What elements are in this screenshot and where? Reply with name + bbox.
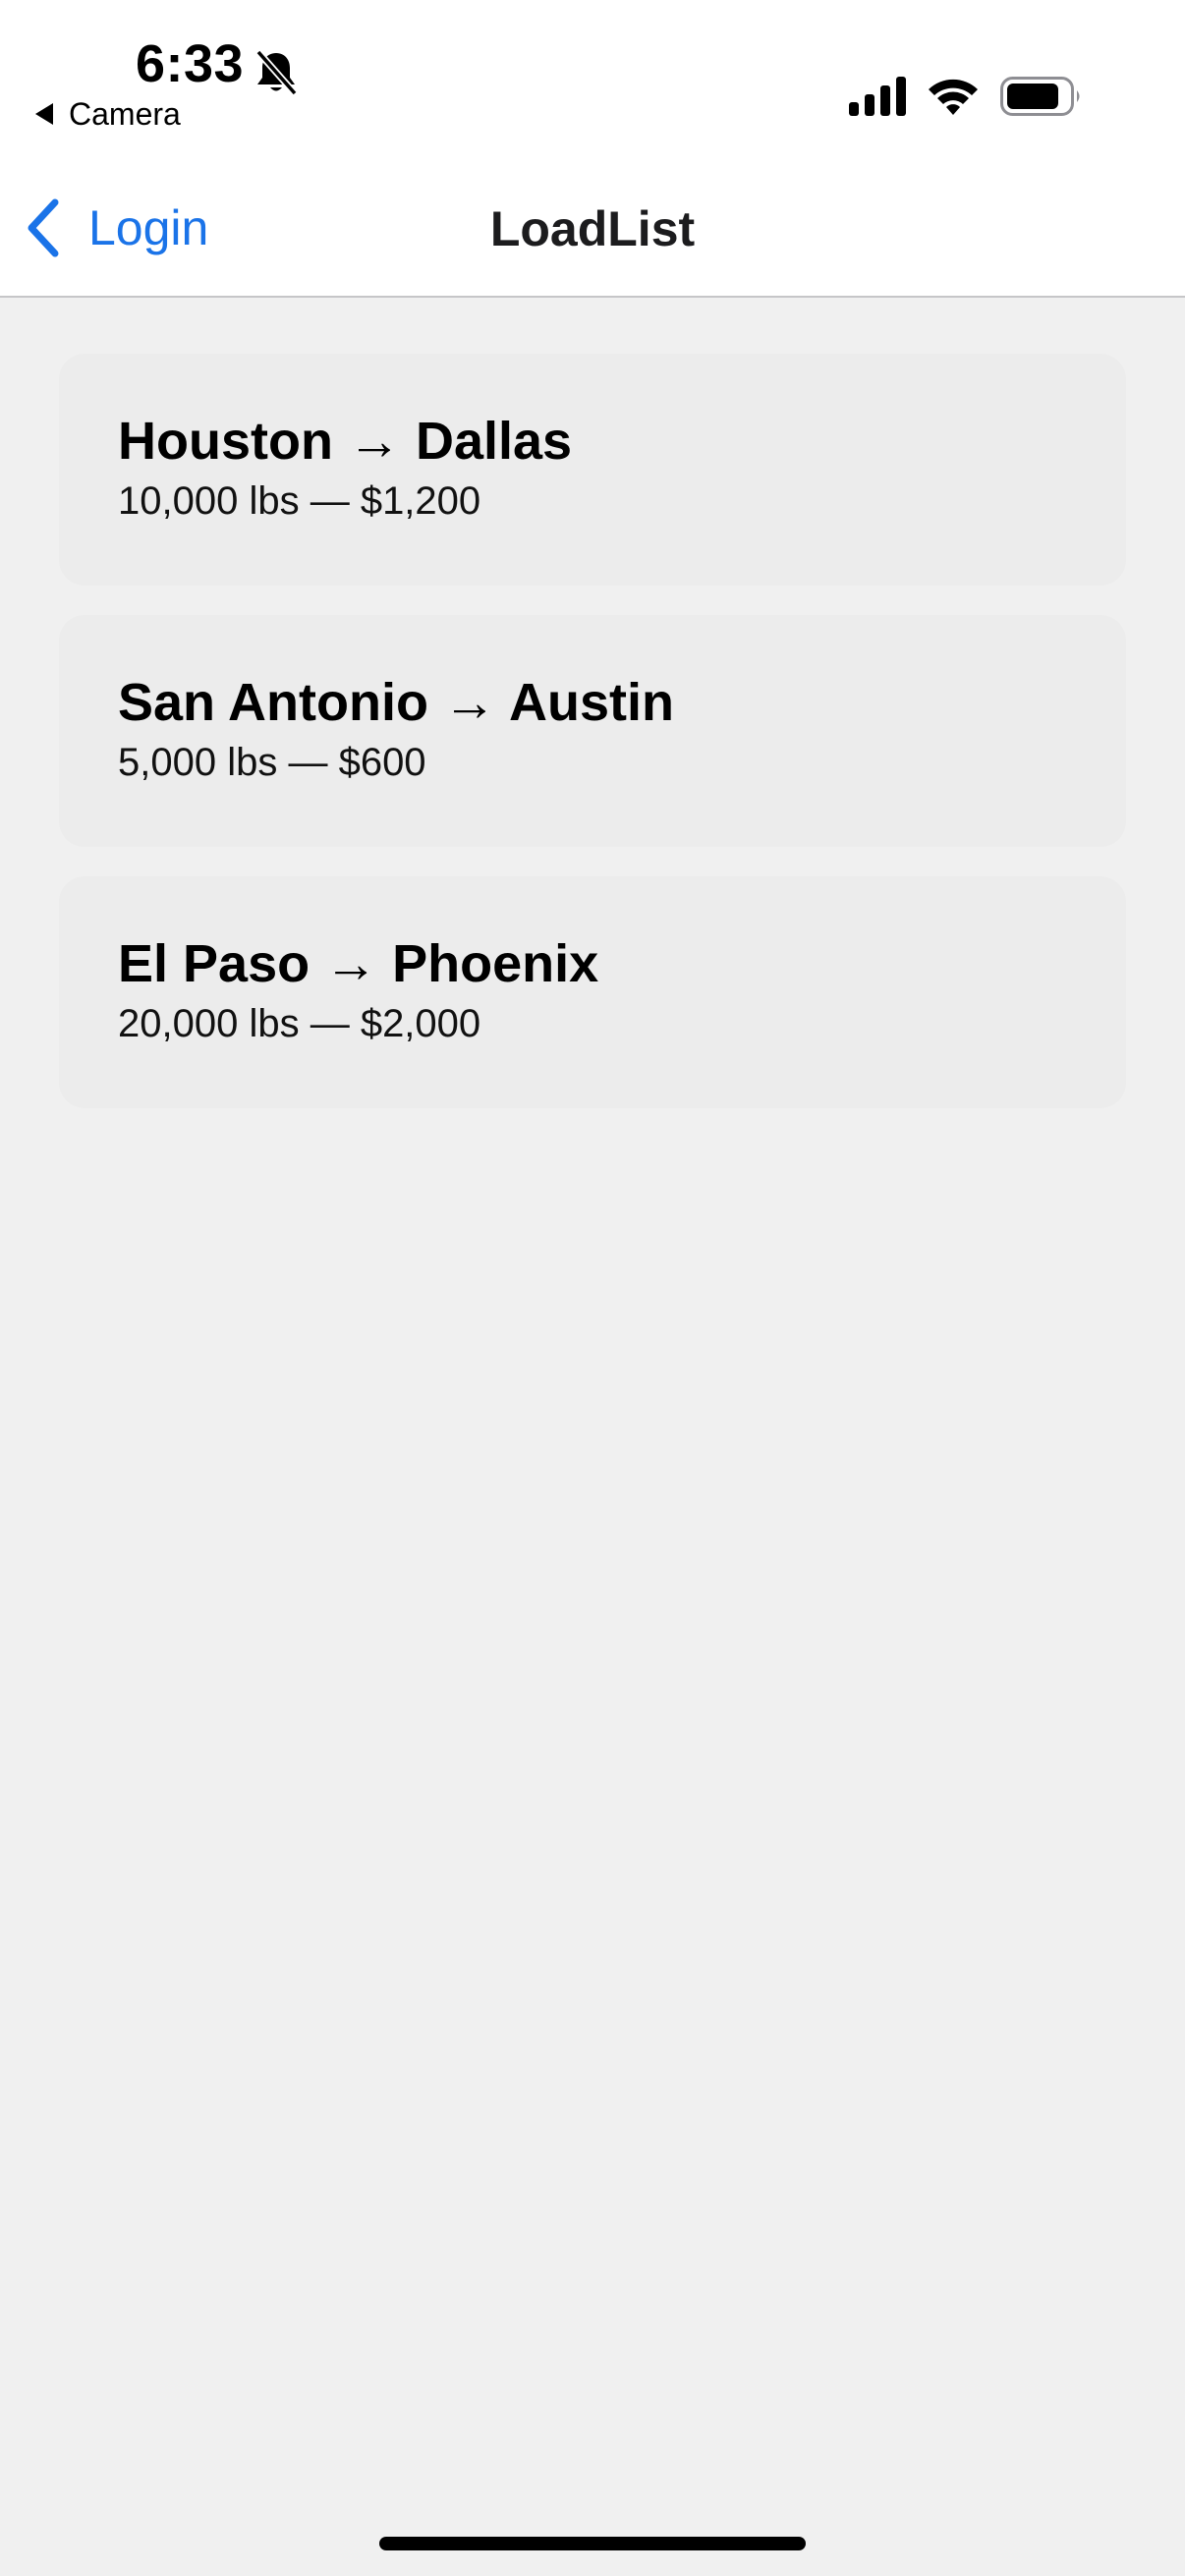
- load-list: Houston → Dallas 10,000 lbs — $1,200 San…: [59, 354, 1126, 1138]
- load-card[interactable]: San Antonio → Austin 5,000 lbs — $600: [59, 615, 1126, 847]
- load-details: 5,000 lbs — $600: [118, 741, 426, 784]
- load-route: Houston → Dallas: [118, 412, 573, 471]
- back-to-app-button[interactable]: Camera: [35, 98, 181, 130]
- page-title: LoadList: [489, 201, 696, 256]
- load-route: San Antonio → Austin: [118, 673, 674, 732]
- load-route: El Paso → Phoenix: [118, 934, 599, 993]
- status-bar: 6:33 Camera: [0, 0, 1185, 138]
- back-triangle-icon: [35, 103, 53, 125]
- load-details: 20,000 lbs — $2,000: [118, 1002, 481, 1045]
- back-to-app-label: Camera: [69, 96, 181, 132]
- home-indicator[interactable]: [379, 2537, 806, 2550]
- load-card[interactable]: El Paso → Phoenix 20,000 lbs — $2,000: [59, 876, 1126, 1108]
- load-card[interactable]: Houston → Dallas 10,000 lbs — $1,200: [59, 354, 1126, 586]
- bell-slash-icon: [255, 49, 298, 96]
- wifi-icon: [929, 79, 978, 115]
- load-details: 10,000 lbs — $1,200: [118, 479, 481, 523]
- navigation-bar: Login LoadList: [0, 138, 1185, 298]
- status-time: 6:33: [136, 34, 245, 93]
- battery-icon: [1000, 77, 1080, 116]
- cellular-signal-icon: [849, 77, 906, 116]
